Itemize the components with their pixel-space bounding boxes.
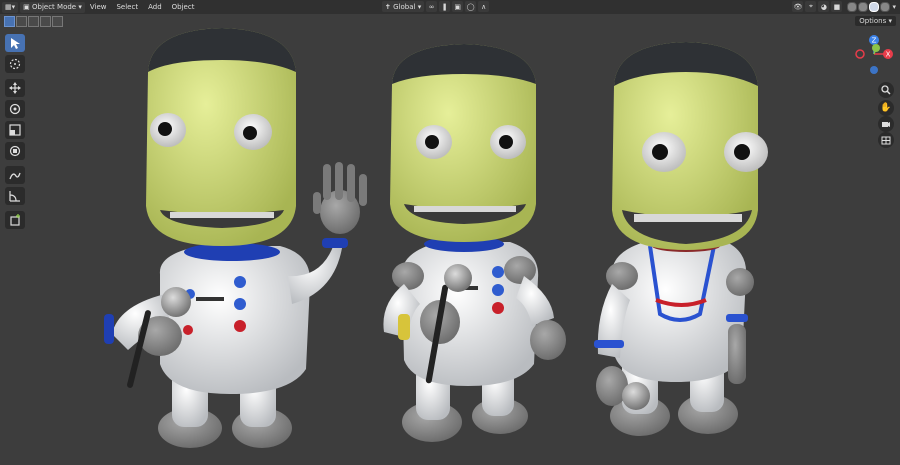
zoom-view-button[interactable] bbox=[878, 82, 894, 98]
add-cube-tool[interactable] bbox=[5, 211, 25, 229]
x-axis-label: X bbox=[886, 51, 891, 59]
snap-target-icon[interactable]: ▣ bbox=[452, 1, 464, 12]
scene-render bbox=[104, 28, 768, 448]
gizmo-toggle-icon[interactable]: ⌖ bbox=[805, 1, 817, 12]
material-shading-icon[interactable] bbox=[869, 1, 880, 12]
transform-orientation-dropdown[interactable]: ✝ Global ▾ bbox=[382, 1, 425, 12]
kerbal-left bbox=[104, 28, 367, 448]
solid-shading-icon[interactable] bbox=[858, 1, 869, 12]
camera-view-button[interactable] bbox=[878, 116, 894, 132]
scale-icon bbox=[9, 124, 21, 136]
chevron-down-icon: ▾ bbox=[417, 2, 422, 11]
3d-cursor-icon bbox=[9, 58, 21, 70]
menu-object[interactable]: Object bbox=[167, 3, 200, 11]
annotate-pencil-icon bbox=[9, 172, 21, 180]
transform-icon bbox=[9, 145, 21, 157]
measure-tool[interactable] bbox=[5, 187, 25, 205]
chevron-down-icon: ▾ bbox=[888, 17, 892, 25]
camera-icon bbox=[882, 122, 890, 127]
kerbal-right bbox=[594, 42, 768, 436]
xray-icon[interactable]: ■ bbox=[831, 1, 843, 12]
select-intersect-icon[interactable] bbox=[52, 15, 63, 27]
tool-shelf bbox=[5, 34, 27, 232]
select-extend-icon[interactable] bbox=[16, 15, 27, 27]
perspective-toggle-button[interactable] bbox=[878, 132, 894, 148]
falloff-icon[interactable]: ∧ bbox=[478, 1, 490, 12]
move-tool[interactable] bbox=[5, 79, 25, 97]
move-icon bbox=[9, 82, 21, 94]
add-cube-icon bbox=[10, 214, 20, 226]
y-axis-handle bbox=[872, 44, 880, 52]
magnifier-icon bbox=[881, 85, 891, 95]
chevron-down-icon: ▾ bbox=[11, 3, 16, 11]
rotate-icon bbox=[9, 103, 21, 115]
kerbal-middle bbox=[383, 44, 566, 442]
menu-add[interactable]: Add bbox=[143, 3, 167, 11]
tool-settings-bar: Options ▾ bbox=[0, 14, 900, 28]
chevron-down-icon: ▾ bbox=[78, 3, 82, 11]
wireframe-shading-icon[interactable] bbox=[847, 1, 858, 12]
object-mode-icon: ▣ bbox=[23, 3, 30, 11]
object-mode-dropdown[interactable]: ▣ Object Mode ▾ bbox=[20, 1, 85, 13]
transform-tool[interactable] bbox=[5, 142, 25, 160]
grid-icon bbox=[881, 136, 891, 145]
viewport-icon: ▦ bbox=[5, 3, 12, 11]
viewport-header: ▦ ▾ ▣ Object Mode ▾ View Select Add Obje… bbox=[0, 0, 900, 14]
neg-x-axis-handle bbox=[855, 49, 865, 59]
menu-view[interactable]: View bbox=[85, 3, 112, 11]
cursor-tool[interactable] bbox=[5, 55, 25, 73]
pivot-point-icon[interactable]: ∞ bbox=[426, 1, 438, 12]
cursor-arrow-icon bbox=[11, 38, 20, 49]
options-dropdown[interactable]: Options ▾ bbox=[855, 16, 896, 26]
select-invert-icon[interactable] bbox=[40, 15, 51, 27]
selection-modes bbox=[4, 15, 64, 27]
visibility-icon[interactable]: 👁 bbox=[792, 1, 804, 12]
orientation-label: Global bbox=[393, 2, 416, 11]
rendered-shading-icon[interactable] bbox=[880, 1, 891, 12]
rotate-tool[interactable] bbox=[5, 100, 25, 118]
select-new-icon[interactable] bbox=[4, 15, 15, 27]
orientation-icon: ✝ bbox=[385, 2, 391, 11]
menu-select[interactable]: Select bbox=[111, 3, 143, 11]
shading-modes bbox=[846, 1, 891, 12]
select-subtract-icon[interactable] bbox=[28, 15, 39, 27]
neg-z-axis-handle bbox=[870, 66, 878, 74]
pan-view-button[interactable]: ✋ bbox=[878, 100, 894, 116]
proportional-edit-icon[interactable]: ◯ bbox=[465, 1, 477, 12]
scale-tool[interactable] bbox=[5, 121, 25, 139]
z-axis-label: Z bbox=[872, 37, 877, 45]
select-box-tool[interactable] bbox=[5, 34, 25, 52]
snap-icon[interactable]: ❚ bbox=[439, 1, 451, 12]
measure-ruler-icon bbox=[9, 191, 20, 202]
hand-icon: ✋ bbox=[880, 103, 892, 113]
3d-viewport[interactable] bbox=[0, 14, 900, 461]
editor-type-button[interactable]: ▦ ▾ bbox=[2, 1, 19, 13]
mode-label: Object Mode bbox=[32, 3, 77, 11]
overlays-icon[interactable]: ◕ bbox=[818, 1, 830, 12]
annotate-tool[interactable] bbox=[5, 166, 25, 184]
chevron-down-icon[interactable]: ▾ bbox=[892, 3, 896, 11]
options-label: Options bbox=[859, 17, 887, 25]
